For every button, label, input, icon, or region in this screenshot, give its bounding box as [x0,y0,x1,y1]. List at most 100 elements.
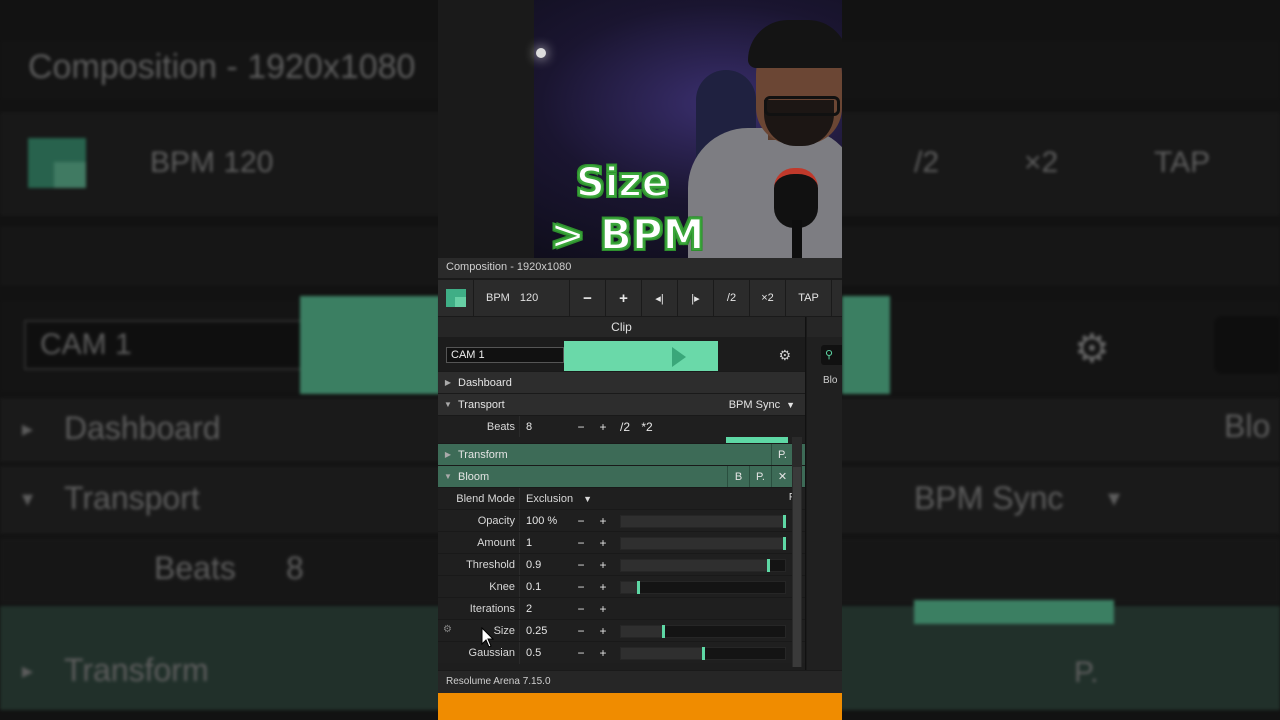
bpm-double-button[interactable]: ×2 [750,280,786,316]
composition-title: Composition - 1920x1080 [438,258,842,278]
beats-minus-button[interactable]: − [570,420,592,434]
composition-swatch[interactable] [438,280,474,316]
transform-p-button[interactable]: P. [771,443,793,466]
bloom-bypass-button[interactable]: B [727,465,749,488]
beats-plus-button[interactable]: + [592,420,614,434]
bg-bpm-sync: BPM Sync [914,480,1064,516]
bg-transport: Transport [64,480,200,516]
clip-name-row: CAM 1 ⚙ [438,337,805,371]
param-minus-button[interactable]: − [570,646,592,660]
param-value[interactable]: 0.9 [520,559,570,571]
search-icon[interactable]: ⚲ [821,345,842,365]
param-value[interactable]: 2 [520,603,570,615]
nudge-right-button[interactable]: |▸ [678,280,714,316]
caption-line-1: Size [575,159,670,207]
param-slider[interactable] [620,647,786,660]
param-slider[interactable] [620,625,786,638]
close-icon[interactable]: ✕ [771,465,793,488]
slider-handle[interactable] [767,559,770,572]
bg-beats-value: 8 [286,550,304,586]
param-value[interactable]: 0.1 [520,581,570,593]
slider-handle[interactable] [783,537,786,550]
slider-handle[interactable] [783,515,786,528]
param-label: Gaussian [438,641,520,664]
param-plus-button[interactable]: + [592,558,614,572]
param-slider[interactable] [620,537,786,550]
section-dashboard[interactable]: ▶ Dashboard [438,371,805,393]
beats-double-button[interactable]: *2 [636,420,658,434]
bg-half: /2 [914,146,940,179]
bg-title: Composition - 1920x1080 [28,48,416,86]
param-label: Amount [438,531,520,554]
bloom-preset-button[interactable]: P. [749,465,771,488]
param-minus-button[interactable]: − [570,514,592,528]
chevron-right-icon: ▶ [444,450,452,459]
gear-icon[interactable]: ⚙ [778,347,791,364]
param-minus-button[interactable]: − [570,580,592,594]
param-minus-button[interactable]: − [570,558,592,572]
param-plus-button[interactable]: + [592,536,614,550]
bg-dashboard: Dashboard [64,410,221,446]
bpm-value[interactable]: 120 [520,292,538,304]
bg-bpm: BPM 120 [150,146,274,179]
param-slider[interactable] [620,559,786,572]
param-plus-button[interactable]: + [592,646,614,660]
caption-line-2: > BPM [549,209,705,260]
chevron-down-icon: ▼ [444,472,452,481]
beats-half-button[interactable]: /2 [614,420,636,434]
param-row-opacity: Opacity 100 % − + [438,509,805,532]
gear-icon[interactable]: ⚙ [443,624,452,635]
scrollbar[interactable] [792,437,802,667]
param-minus-button[interactable]: − [570,624,592,638]
beats-row: Beats 8 − + /2 *2 [438,415,805,438]
param-minus-button[interactable]: − [570,602,592,616]
param-slider[interactable] [620,581,786,594]
param-plus-button[interactable]: + [592,514,614,528]
transport-mode-dropdown[interactable]: BPM Sync ▼ [729,399,805,411]
bpm-plus-button[interactable]: + [606,280,642,316]
beats-value[interactable]: 8 [520,421,570,433]
bg-cam: CAM 1 [40,328,132,361]
blend-mode-row: Blend Mode Exclusion ▼ P. [438,487,805,510]
bpm-minus-button[interactable]: − [570,280,606,316]
effects-item-bloom[interactable]: Blo [823,375,837,386]
scrollbar-thumb[interactable] [793,467,801,667]
section-transform[interactable]: ▶ Transform P. [438,443,805,466]
bg-beats: Beats [154,550,236,586]
bg-p: P. [1074,656,1099,689]
orange-bar [438,693,842,720]
param-value[interactable]: 0.5 [520,647,570,659]
blend-mode-value: Exclusion [526,492,574,505]
param-value[interactable]: 0.25 [520,625,570,637]
clip-name-input[interactable]: CAM 1 [446,347,564,363]
dropdown-arrow-icon: ▼ [786,399,795,410]
param-slider[interactable] [620,515,786,528]
bpm-display[interactable]: BPM 120 [474,280,570,316]
param-value[interactable]: 1 [520,537,570,549]
param-plus-button[interactable]: + [592,602,614,616]
clip-header: Clip [438,317,805,337]
param-minus-button[interactable]: − [570,536,592,550]
param-plus-button[interactable]: + [592,580,614,594]
section-bloom[interactable]: ▼ Bloom B P. ✕ [438,465,805,488]
nudge-left-button[interactable]: ◂| [642,280,678,316]
tap-button[interactable]: TAP [786,280,832,316]
param-value[interactable]: 100 % [520,515,570,527]
blend-mode-label: Blend Mode [438,487,520,510]
param-label: Threshold [438,553,520,576]
bpm-half-button[interactable]: /2 [714,280,750,316]
transport-mode-value: BPM Sync [728,398,781,411]
slider-handle[interactable] [702,647,705,660]
status-bar: Resolume Arena 7.15.0 [438,671,842,693]
slider-handle[interactable] [637,581,640,594]
resolume-window: Size > BPM Composition - 1920x1080 BPM 1… [438,0,842,720]
section-transport[interactable]: ▼ Transport BPM Sync ▼ [438,393,805,415]
bg-transform: Transform [64,652,209,688]
param-plus-button[interactable]: + [592,624,614,638]
clip-thumbnail[interactable] [564,341,718,371]
slider-handle[interactable] [662,625,665,638]
section-dashboard-label: Dashboard [458,376,512,389]
chevron-right-icon: ▶ [444,378,452,387]
blend-mode-dropdown[interactable]: Exclusion ▼ [520,493,592,505]
section-transform-label: Transform [458,448,508,461]
